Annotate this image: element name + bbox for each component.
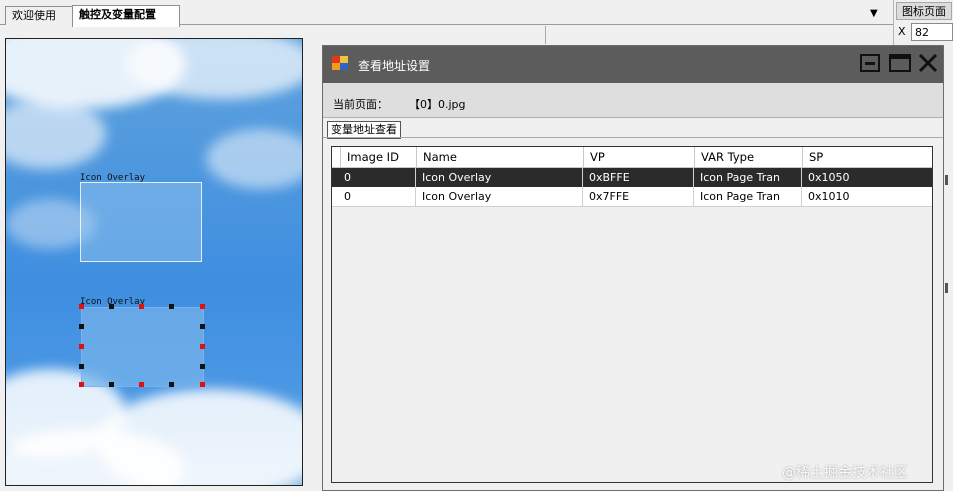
cell-var-type: Icon Page Tran xyxy=(694,168,802,187)
x-input[interactable]: 82 xyxy=(911,23,953,41)
column-header-sp[interactable]: SP xyxy=(802,147,932,167)
resize-handle[interactable] xyxy=(79,364,84,369)
toolbar-strip xyxy=(303,26,893,44)
panel-marker xyxy=(945,283,948,293)
current-page-bar: 当前页面： 【0】0.jpg xyxy=(323,83,943,118)
cloud-shape xyxy=(206,129,302,189)
cloud-shape xyxy=(6,99,106,169)
document-tab-strip: 欢迎使用 触控及变量配置 ▼ xyxy=(0,0,893,27)
table-row-selected[interactable]: 0 Icon Overlay 0xBFFE Icon Page Tran 0x1… xyxy=(332,168,932,187)
resize-handle[interactable] xyxy=(200,382,205,387)
cell-name: Icon Overlay xyxy=(416,187,583,206)
table-row[interactable]: 0 Icon Overlay 0x7FFE Icon Page Tran 0x1… xyxy=(332,187,932,207)
toolbar-divider xyxy=(545,26,546,44)
maximize-icon[interactable] xyxy=(888,52,912,74)
resize-handle[interactable] xyxy=(200,364,205,369)
resize-handle[interactable] xyxy=(200,324,205,329)
tab-touch-variable-config[interactable]: 触控及变量配置 xyxy=(72,5,180,27)
panel-marker xyxy=(945,175,948,185)
resize-handle[interactable] xyxy=(79,344,84,349)
current-page-label: 当前页面： xyxy=(333,98,388,111)
x-label: X xyxy=(898,25,906,38)
resize-handle[interactable] xyxy=(109,382,114,387)
column-header-var-type[interactable]: VAR Type xyxy=(694,147,802,167)
current-page-value: 【0】0.jpg xyxy=(409,98,466,111)
cell-var-type: Icon Page Tran xyxy=(694,187,802,206)
subtab-divider xyxy=(323,137,943,138)
page-canvas[interactable]: Icon Overlay Icon Overlay xyxy=(5,38,303,486)
resize-handle[interactable] xyxy=(79,382,84,387)
address-settings-dialog: 查看地址设置 当前页面： 【0】0.jpg 变量地址查看 Image ID Na… xyxy=(322,45,944,491)
cell-vp: 0x7FFE xyxy=(583,187,694,206)
dialog-title: 查看地址设置 xyxy=(358,59,431,73)
cell-sp: 0x1010 xyxy=(808,190,850,203)
table-header: Image ID Name VP VAR Type SP xyxy=(332,147,932,168)
dialog-titlebar[interactable]: 查看地址设置 xyxy=(323,46,943,83)
resize-handle[interactable] xyxy=(200,344,205,349)
app-icon xyxy=(332,56,348,70)
column-header-vp[interactable]: VP xyxy=(583,147,694,167)
resize-handle[interactable] xyxy=(200,304,205,309)
resize-handle[interactable] xyxy=(169,304,174,309)
cell-image-id: 0 xyxy=(332,168,416,187)
minimize-icon[interactable] xyxy=(859,52,881,74)
close-icon[interactable] xyxy=(917,52,939,74)
cell-image-id: 0 xyxy=(332,187,416,206)
resize-handle[interactable] xyxy=(109,304,114,309)
tab-list-dropdown-icon[interactable]: ▼ xyxy=(870,8,878,19)
icon-overlay-region-selected[interactable] xyxy=(81,307,204,387)
resize-handle[interactable] xyxy=(169,382,174,387)
property-panel-title: 图标页面 xyxy=(896,2,952,20)
icon-overlay-region[interactable] xyxy=(80,182,202,262)
column-header-name[interactable]: Name xyxy=(416,147,583,167)
cell-vp: 0xBFFE xyxy=(583,168,694,187)
resize-handle[interactable] xyxy=(139,382,144,387)
column-header-image-id[interactable]: Image ID xyxy=(340,147,416,167)
resize-handle[interactable] xyxy=(139,304,144,309)
address-table: Image ID Name VP VAR Type SP 0 Icon Over… xyxy=(331,146,933,483)
tab-welcome[interactable]: 欢迎使用 xyxy=(5,6,76,25)
resize-handle[interactable] xyxy=(79,304,84,309)
watermark: @稀土掘金技术社区 xyxy=(782,465,908,481)
cell-name: Icon Overlay xyxy=(416,168,583,187)
cell-sp: 0x1050 xyxy=(808,171,850,184)
resize-handle[interactable] xyxy=(79,324,84,329)
